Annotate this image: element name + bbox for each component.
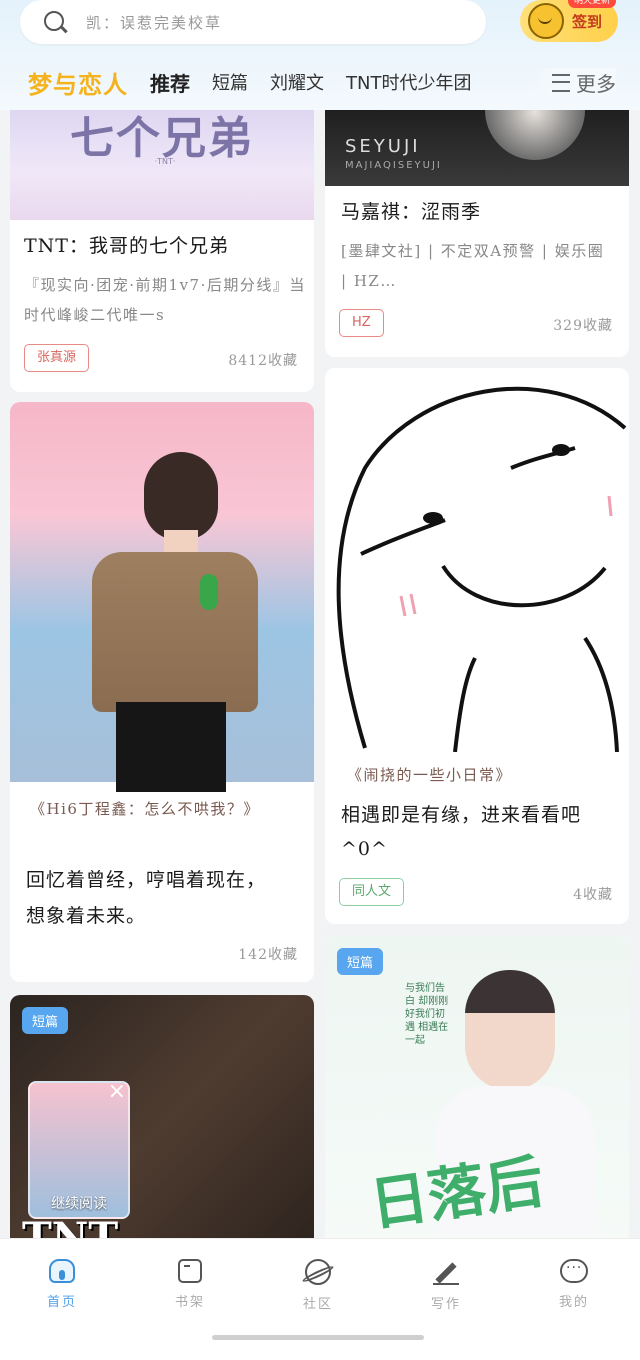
more-label: 更多 (576, 72, 616, 96)
tab-mine-label: 我的 (558, 1295, 589, 1310)
tab-home-label: 首页 (46, 1295, 77, 1310)
tab-write-label: 写作 (430, 1297, 461, 1312)
home-indicator[interactable] (212, 1335, 424, 1340)
book-card[interactable]: 与我们告白 却刚刚好我们初遇 相遇在一起 日落后 短篇 (325, 936, 629, 1238)
smiley-icon (528, 3, 564, 39)
book-title: 相遇即是有缘，进来看看吧^0^ (341, 804, 582, 860)
cover-vertical-text: 与我们告白 却刚刚好我们初遇 相遇在一起 (405, 983, 449, 1046)
search-icon (42, 9, 68, 35)
book-desc: [墨肆文社] | 不定双A预警 | 娱乐圈 | HZ… (341, 242, 605, 290)
chat-icon (560, 1259, 588, 1283)
book-tag[interactable]: HZ (339, 309, 384, 337)
genre-badge: 短篇 (337, 948, 384, 975)
book-cover (10, 402, 314, 792)
book-cover: 七个兄弟 ·TNT· (10, 110, 314, 220)
bookshelf-icon (178, 1259, 202, 1283)
book-subtitle: 《闹挠的一些小日常》 (347, 766, 513, 784)
book-favorites: 8412收藏 (228, 353, 298, 369)
book-favorites: 4收藏 (573, 887, 613, 903)
tab-bookshelf[interactable]: 书架 (150, 1259, 230, 1310)
cover-title: SEYUJI (345, 136, 421, 157)
book-tag[interactable]: 同人文 (339, 878, 405, 906)
book-tag[interactable]: 张真源 (24, 344, 90, 372)
tab-community[interactable]: 社区 (278, 1259, 358, 1312)
cover-portrait (465, 970, 555, 1090)
book-subtitle: 《Hi6丁程鑫：怎么不哄我？》 (30, 800, 260, 818)
book-desc: 『现实向·团宠·前期1v7·后期分线』当时代峰峻二代唯一s (24, 276, 306, 324)
checkin-badge: 明天更新 (568, 0, 617, 8)
book-title: 回忆着曾经，哼唱着现在，想象着未来。 (26, 869, 267, 927)
home-icon (49, 1259, 75, 1283)
cover-subtitle: MAJIAQISEYUJI (345, 160, 442, 171)
book-cover (325, 368, 629, 753)
book-title: 马嘉祺：涩雨季 (341, 201, 482, 223)
book-card[interactable]: TNT × 继续阅读 短篇 (10, 995, 314, 1238)
feed[interactable]: 七个兄弟 ·TNT· TNT：我哥的七个兄弟 『现实向·团宠·前期1v7·后期分… (0, 110, 640, 1238)
category-nav: 梦与恋人 推荐 短篇 刘耀文 TNT时代少年团 更多 (0, 62, 640, 102)
tab-mine[interactable]: 我的 (534, 1259, 614, 1310)
book-cover: 与我们告白 却刚刚好我们初遇 相遇在一起 日落后 (325, 936, 629, 1238)
continue-reading-label: 继续阅读 (51, 1196, 107, 1212)
close-icon[interactable]: × (108, 1079, 126, 1104)
tab-write[interactable]: 写作 (406, 1259, 486, 1312)
tab-tnt[interactable]: TNT时代少年团 (346, 69, 471, 95)
pen-icon (433, 1259, 459, 1285)
tab-home[interactable]: 首页 (22, 1259, 102, 1310)
book-favorites: 142收藏 (238, 947, 298, 963)
book-card[interactable]: 《闹挠的一些小日常》 相遇即是有缘，进来看看吧^0^ 同人文 4收藏 (325, 368, 629, 924)
continue-reading-popup[interactable]: × 继续阅读 (28, 1079, 130, 1219)
tab-community-label: 社区 (302, 1297, 333, 1312)
menu-icon (552, 73, 570, 92)
tab-recommend[interactable]: 推荐 (150, 68, 190, 97)
planet-icon (305, 1259, 331, 1285)
cover-subtitle: ·TNT· (154, 157, 176, 166)
tab-brand[interactable]: 梦与恋人 (28, 65, 128, 100)
bottom-tab-bar: 首页 书架 社区 写作 我的 (0, 1238, 640, 1360)
book-cover: SEYUJI MAJIAQISEYUJI (325, 110, 629, 186)
cover-person (88, 452, 258, 792)
search-placeholder: 凯：误惹完美校草 (86, 13, 223, 32)
book-title: TNT：我哥的七个兄弟 (24, 235, 229, 257)
book-card[interactable]: SEYUJI MAJIAQISEYUJI 马嘉祺：涩雨季 [墨肆文社] | 不定… (325, 110, 629, 357)
top-bar: 凯：误惹完美校草 签到 明天更新 梦与恋人 推荐 短篇 刘耀文 TNT时代少年团… (0, 0, 640, 110)
book-favorites: 329收藏 (553, 318, 613, 334)
more-button[interactable]: 更多 (532, 68, 616, 97)
genre-badge: 短篇 (22, 1007, 69, 1034)
tab-bookshelf-label: 书架 (174, 1295, 205, 1310)
search-bar[interactable]: 凯：误惹完美校草 (20, 0, 486, 44)
book-card[interactable]: 七个兄弟 ·TNT· TNT：我哥的七个兄弟 『现实向·团宠·前期1v7·后期分… (10, 110, 314, 392)
checkin-label: 签到 (572, 12, 603, 31)
cover-portrait (485, 110, 585, 160)
book-card[interactable]: 《Hi6丁程鑫：怎么不哄我？》 回忆着曾经，哼唱着现在，想象着未来。 142收藏 (10, 402, 314, 982)
tab-liuyaowen[interactable]: 刘耀文 (270, 69, 324, 95)
tab-short[interactable]: 短篇 (212, 69, 248, 95)
doodle-face-icon (336, 386, 627, 753)
